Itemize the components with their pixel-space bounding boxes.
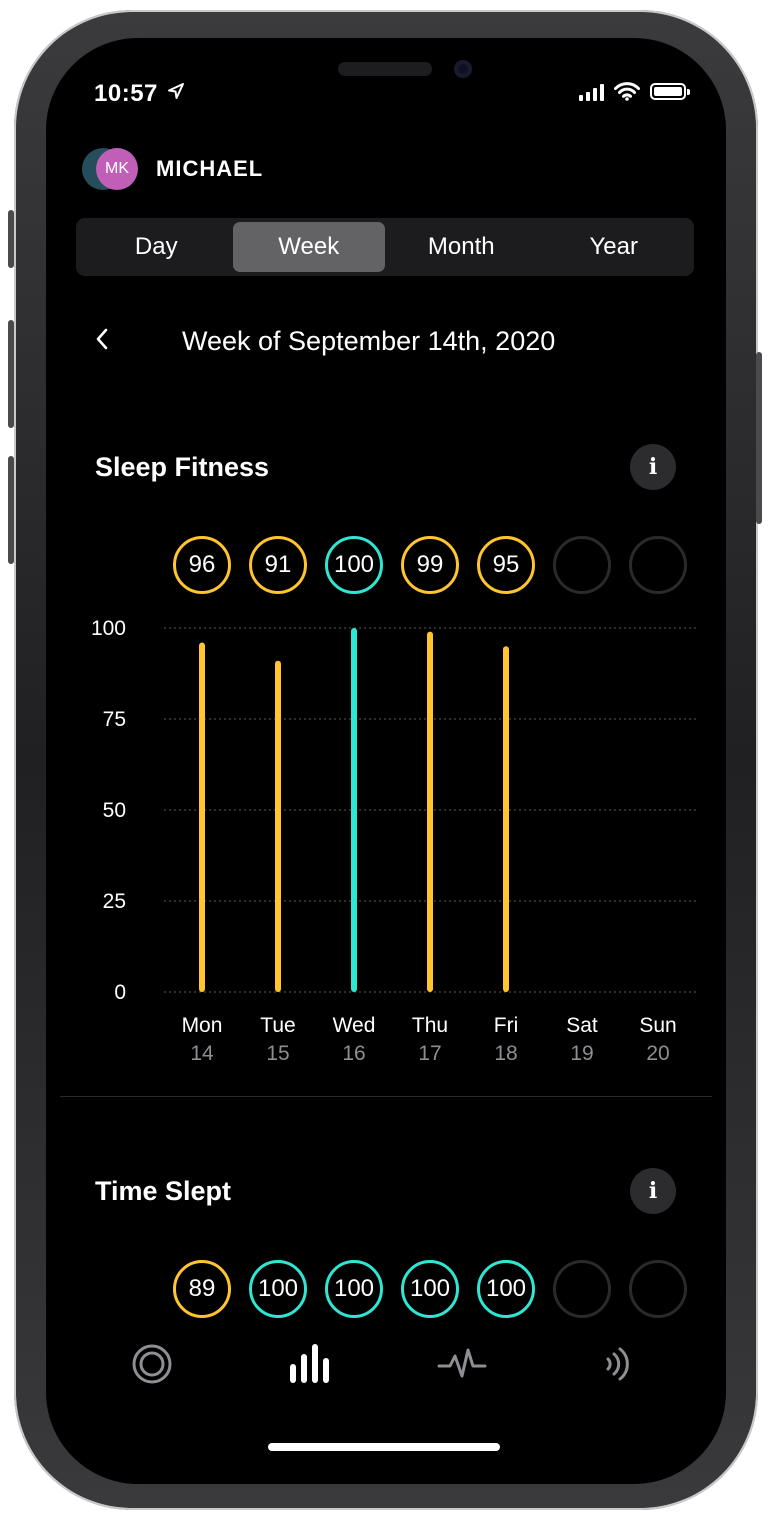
time-slept-score-ring[interactable]: 89 xyxy=(173,1260,231,1318)
period-segmented-control: Day Week Month Year xyxy=(76,218,694,276)
time-slept-info-button[interactable]: i xyxy=(630,1168,676,1214)
mute-switch xyxy=(8,210,14,268)
y-tick-label: 75 xyxy=(103,708,126,731)
bottom-tab-bar xyxy=(46,1334,726,1404)
sleep-fitness-chart: 100 75 50 25 0 Mon 14 Tue 15 Wed 16 Thu 17 Fri 18 Sat 19… xyxy=(91,617,696,1065)
chart-bar[interactable] xyxy=(427,631,433,992)
y-tick-label: 0 xyxy=(114,981,126,1004)
tab-year[interactable]: Year xyxy=(538,222,691,272)
home-indicator xyxy=(268,1443,500,1451)
chart-bar[interactable] xyxy=(199,642,205,992)
volume-up-button xyxy=(8,320,14,428)
sleep-fitness-score-value: 100 xyxy=(333,551,375,578)
tab-day[interactable]: Day xyxy=(80,222,233,272)
time-slept-score-value: 100 xyxy=(409,1275,451,1302)
earpiece-speaker xyxy=(338,62,432,76)
y-tick-label: 100 xyxy=(91,617,126,640)
sleep-fitness-score-ring[interactable]: 96 xyxy=(173,536,231,594)
volume-down-button xyxy=(8,456,14,564)
avatar-initials: MK xyxy=(105,160,129,177)
time-slept-score-value: 100 xyxy=(333,1275,375,1302)
ring-icon xyxy=(132,1344,172,1384)
sleep-fitness-score-value: 96 xyxy=(188,551,216,578)
chevron-left-icon[interactable] xyxy=(88,324,118,354)
x-tick-date-label: 19 xyxy=(570,1042,593,1065)
time-slept-title: Time Slept xyxy=(95,1176,232,1206)
time-slept-score-rings: 89 100 100 100 100 xyxy=(46,1260,726,1330)
x-tick-date-label: 14 xyxy=(190,1042,214,1065)
chart-bar[interactable] xyxy=(351,628,357,992)
sleep-fitness-score-rings: 96 91 100 99 95 xyxy=(46,536,726,606)
sleep-fitness-score-ring[interactable] xyxy=(629,536,687,594)
week-title: Week of September 14th, 2020 xyxy=(182,326,556,356)
x-tick-day-label: Sat xyxy=(566,1014,598,1037)
x-tick-day-label: Tue xyxy=(260,1014,295,1037)
tab-week[interactable]: Week xyxy=(232,222,385,272)
sleep-fitness-score-value: 91 xyxy=(264,551,292,578)
location-arrow-icon xyxy=(168,83,185,99)
status-indicators xyxy=(579,82,690,101)
time-slept-score-value: 100 xyxy=(485,1275,527,1302)
sound-waves-icon xyxy=(606,1347,629,1381)
front-camera xyxy=(454,60,472,78)
x-tick-date-label: 18 xyxy=(494,1042,517,1065)
wifi-icon xyxy=(614,82,640,101)
time-slept-score-ring[interactable] xyxy=(629,1260,687,1318)
sleep-fitness-score-ring[interactable]: 100 xyxy=(325,536,383,594)
time-slept-score-ring[interactable]: 100 xyxy=(477,1260,535,1318)
x-tick-day-label: Fri xyxy=(494,1014,519,1037)
profile-name: MICHAEL xyxy=(156,156,264,181)
tab-sleep-home[interactable] xyxy=(122,1334,182,1394)
status-time-label: 10:57 xyxy=(94,80,158,107)
x-tick-date-label: 16 xyxy=(342,1042,365,1065)
tab-trends[interactable] xyxy=(278,1334,338,1394)
bar-chart-icon xyxy=(290,1344,329,1383)
week-navigation: Week of September 14th, 2020 xyxy=(46,320,726,364)
tab-month[interactable]: Month xyxy=(385,222,538,272)
x-tick-day-label: Sun xyxy=(639,1014,676,1037)
x-tick-day-label: Thu xyxy=(412,1014,448,1037)
x-tick-day-label: Mon xyxy=(182,1014,223,1037)
sleep-fitness-score-ring[interactable] xyxy=(553,536,611,594)
time-slept-score-ring[interactable]: 100 xyxy=(325,1260,383,1318)
app-screen: 10:57 MK MICHAEL Day Week Month Year Wee… xyxy=(46,38,726,1484)
x-tick-date-label: 15 xyxy=(266,1042,289,1065)
time-slept-score-ring[interactable]: 100 xyxy=(249,1260,307,1318)
info-icon: i xyxy=(648,454,658,480)
sleep-fitness-info-button[interactable]: i xyxy=(630,444,676,490)
y-tick-label: 50 xyxy=(103,799,126,822)
x-tick-date-label: 20 xyxy=(646,1042,669,1065)
sleep-fitness-score-ring[interactable]: 91 xyxy=(249,536,307,594)
tab-sounds[interactable] xyxy=(586,1334,646,1394)
time-slept-score-ring[interactable] xyxy=(553,1260,611,1318)
x-tick-day-label: Wed xyxy=(333,1014,376,1037)
chart-bar[interactable] xyxy=(275,660,281,992)
sleep-fitness-score-ring[interactable]: 95 xyxy=(477,536,535,594)
info-icon: i xyxy=(648,1178,658,1204)
sleep-fitness-title: Sleep Fitness xyxy=(95,452,270,482)
cellular-signal-icon xyxy=(579,83,604,101)
chart-bar[interactable] xyxy=(503,646,509,992)
y-tick-label: 25 xyxy=(103,890,126,913)
time-slept-score-value: 89 xyxy=(188,1275,216,1302)
sleep-fitness-score-ring[interactable]: 99 xyxy=(401,536,459,594)
avatar: MK xyxy=(96,148,138,190)
battery-icon xyxy=(650,83,690,100)
section-divider xyxy=(60,1096,712,1097)
side-button xyxy=(756,352,762,524)
pulse-icon xyxy=(437,1348,487,1378)
status-time: 10:57 xyxy=(94,80,185,108)
sleep-fitness-score-value: 95 xyxy=(492,551,520,578)
sleep-fitness-score-value: 99 xyxy=(416,551,444,578)
x-tick-date-label: 17 xyxy=(418,1042,441,1065)
time-slept-score-ring[interactable]: 100 xyxy=(401,1260,459,1318)
profile-header[interactable]: MK MICHAEL xyxy=(82,148,263,190)
time-slept-score-value: 100 xyxy=(257,1275,299,1302)
tab-biometrics[interactable] xyxy=(432,1334,492,1394)
